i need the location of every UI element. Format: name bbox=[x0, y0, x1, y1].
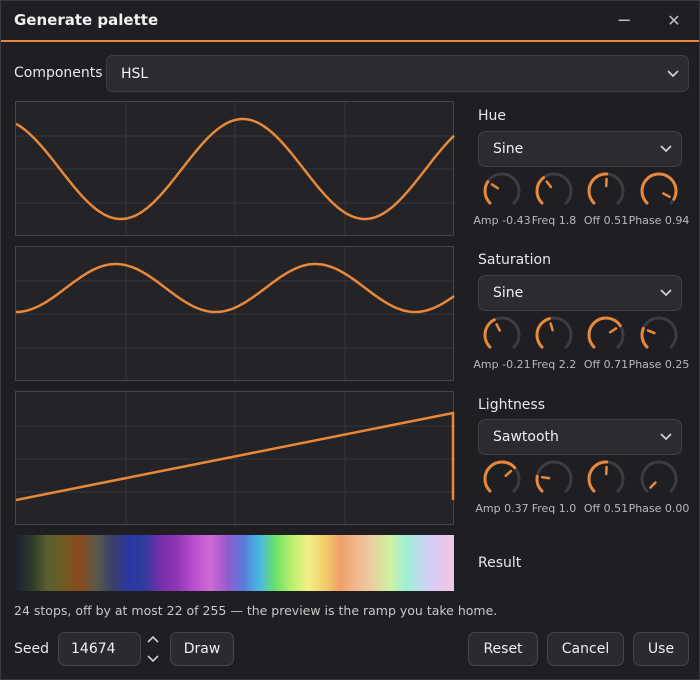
hue-wave-select[interactable]: Sine bbox=[478, 131, 682, 167]
chevron-down-icon bbox=[660, 289, 672, 297]
hue-knob-off[interactable] bbox=[584, 171, 628, 215]
hue-knob-freq[interactable] bbox=[532, 171, 576, 215]
title-bar: Generate palette − ✕ bbox=[1, 1, 699, 42]
lightness-label: Lightness bbox=[478, 397, 546, 413]
hue-wave-graph bbox=[16, 102, 455, 237]
seed-stepper[interactable] bbox=[146, 634, 160, 664]
draw-button[interactable]: Draw bbox=[170, 632, 234, 666]
knob-label: Phase 0.25 bbox=[628, 358, 690, 371]
cancel-button[interactable]: Cancel bbox=[547, 632, 624, 666]
saturation-wave-graph bbox=[16, 247, 455, 382]
hue-knob-phase[interactable] bbox=[637, 171, 681, 215]
knob-label: Phase 0.00 bbox=[628, 502, 690, 515]
use-button[interactable]: Use bbox=[633, 632, 689, 666]
chevron-down-icon bbox=[660, 433, 672, 441]
components-select[interactable]: HSL bbox=[106, 55, 689, 92]
lightness-knob-freq[interactable] bbox=[532, 459, 576, 503]
dialog-title: Generate palette bbox=[14, 11, 159, 29]
components-select-value: HSL bbox=[121, 65, 149, 82]
lightness-knob-amp[interactable] bbox=[480, 459, 524, 503]
saturation-knob-phase[interactable] bbox=[637, 315, 681, 359]
knob-label: Phase 0.94 bbox=[628, 214, 690, 227]
palette-preview-ramp bbox=[15, 535, 454, 591]
status-text: 24 stops, off by at most 22 of 255 — the… bbox=[14, 603, 498, 618]
saturation-label: Saturation bbox=[478, 252, 551, 268]
seed-input[interactable]: 14674 bbox=[58, 632, 141, 666]
hue-wave-plot bbox=[15, 101, 455, 237]
hue-wave-select-value: Sine bbox=[493, 141, 524, 157]
lightness-knob-off[interactable] bbox=[584, 459, 628, 503]
saturation-knob-amp[interactable] bbox=[480, 315, 524, 359]
chevron-down-icon bbox=[667, 69, 679, 77]
result-label: Result bbox=[478, 555, 522, 571]
reset-button[interactable]: Reset bbox=[468, 632, 538, 666]
lightness-knob-phase[interactable] bbox=[637, 459, 681, 503]
chevron-up-icon bbox=[147, 635, 159, 643]
saturation-wave-select-value: Sine bbox=[493, 285, 524, 301]
dialog-window: Generate palette − ✕ Components HSL Hue … bbox=[0, 0, 700, 680]
saturation-knob-freq[interactable] bbox=[532, 315, 576, 359]
close-button[interactable]: ✕ bbox=[659, 7, 689, 35]
lightness-wave-select[interactable]: Sawtooth bbox=[478, 419, 682, 455]
lightness-wave-plot bbox=[15, 391, 455, 526]
seed-label: Seed bbox=[14, 641, 49, 657]
lightness-wave-select-value: Sawtooth bbox=[493, 429, 559, 445]
saturation-wave-plot bbox=[15, 246, 455, 382]
saturation-wave-select[interactable]: Sine bbox=[478, 275, 682, 311]
hue-label: Hue bbox=[478, 108, 507, 124]
components-label: Components bbox=[14, 65, 103, 81]
chevron-down-icon bbox=[660, 145, 672, 153]
saturation-knob-off[interactable] bbox=[584, 315, 628, 359]
hue-knob-amp[interactable] bbox=[480, 171, 524, 215]
chevron-down-icon bbox=[147, 655, 159, 663]
minimize-button[interactable]: − bbox=[609, 7, 639, 35]
lightness-wave-graph bbox=[16, 392, 455, 526]
